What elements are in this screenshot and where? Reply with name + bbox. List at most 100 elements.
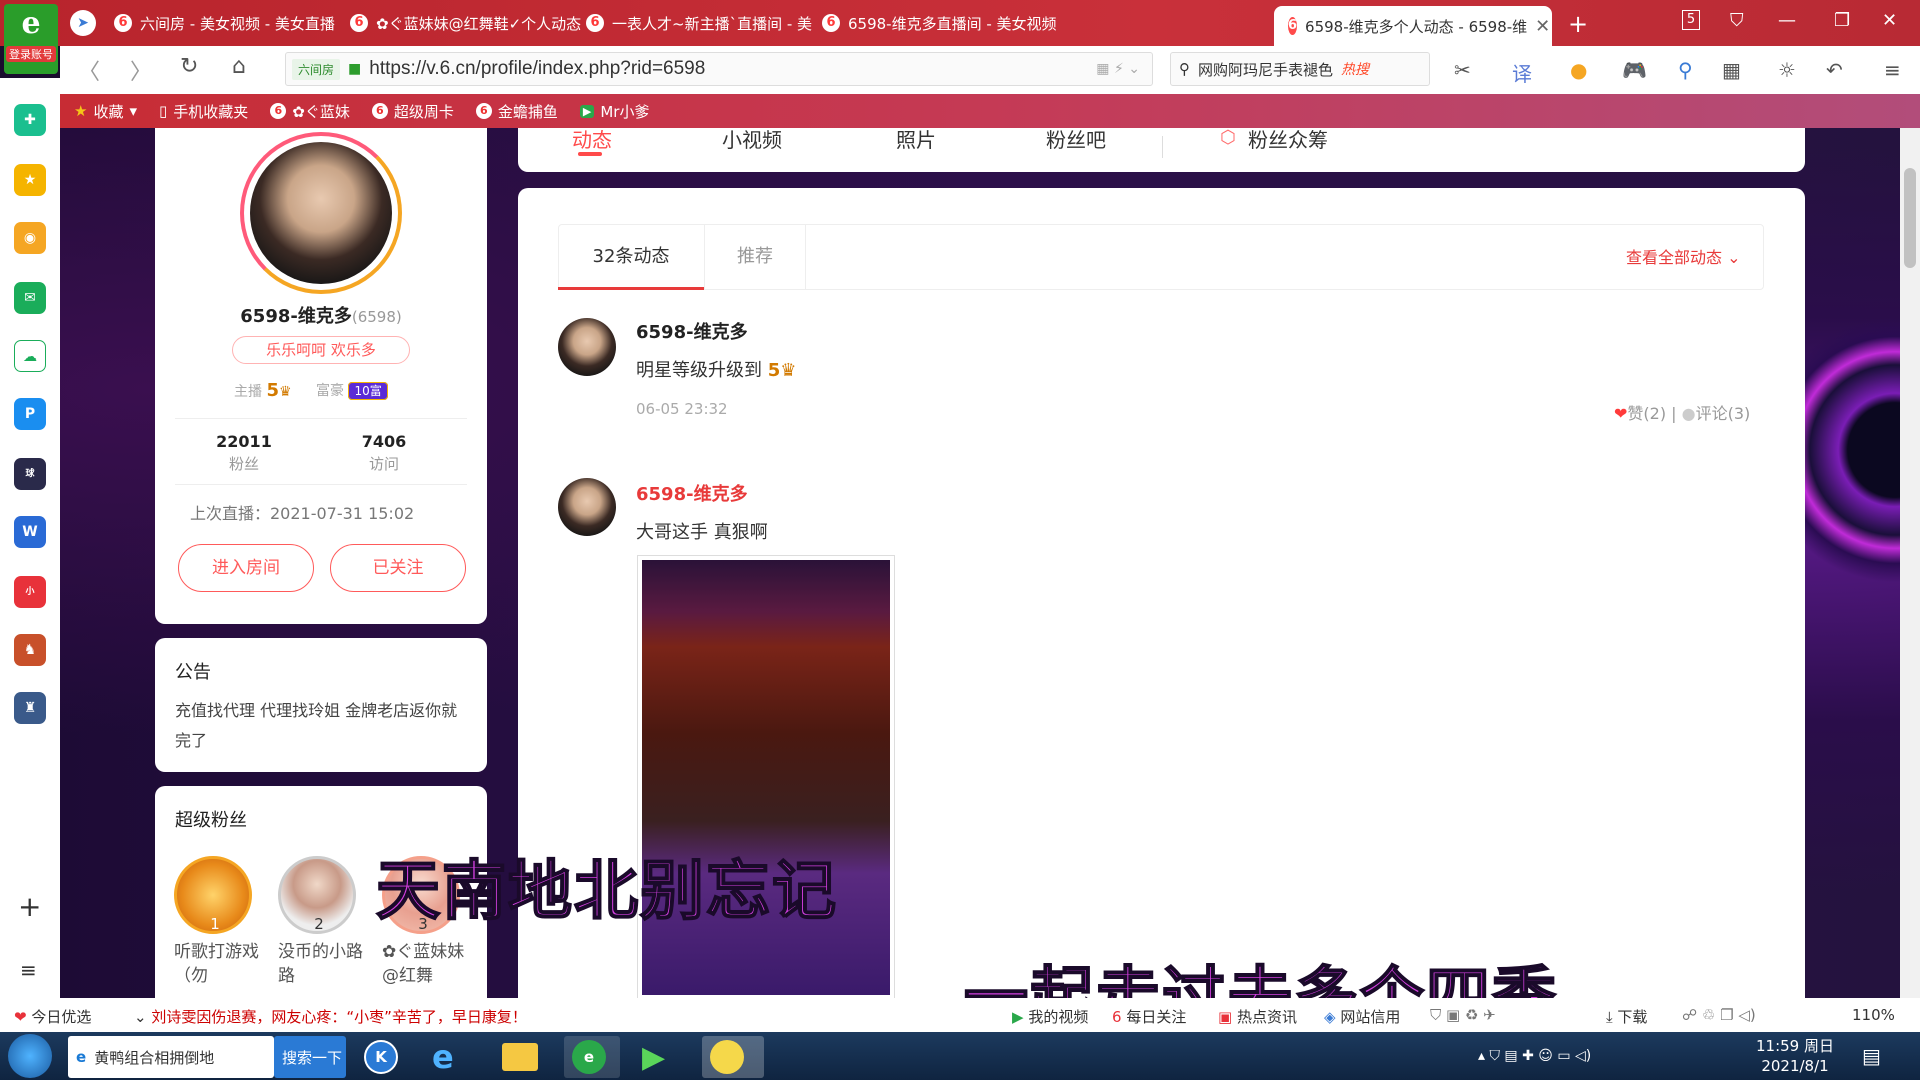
close-tab-icon[interactable]: ✕	[1535, 16, 1550, 37]
login-account-label[interactable]: 登录账号	[6, 46, 56, 62]
back-icon[interactable]: 〈	[78, 54, 100, 86]
downloads[interactable]: ⤓ 下载	[1606, 1006, 1647, 1027]
bookmark-favorites[interactable]: ★ 收藏 ▾	[74, 101, 137, 122]
tab-5-active[interactable]: 6 6598-维克多个人动态 - 6598-维 ✕	[1274, 6, 1552, 46]
zoom-level[interactable]: 110%	[1852, 1006, 1895, 1024]
sidebar-word-icon[interactable]: W	[14, 516, 46, 548]
comment-icon[interactable]: ●	[1682, 404, 1696, 423]
magnifier-icon[interactable]: ⚲	[1678, 58, 1693, 82]
post-image[interactable]	[637, 555, 895, 1000]
ie-task[interactable]: e 黄鸭组合相拥倒地	[68, 1036, 274, 1078]
browser-logo[interactable]: e 登录账号	[4, 4, 58, 74]
tab-photos[interactable]: 照片	[896, 124, 936, 153]
sidebar-game-icon[interactable]: ♞	[14, 634, 46, 666]
bookmark-item[interactable]: 6 金蟾捕鱼	[475, 101, 558, 122]
gamepad-icon[interactable]: 🎮	[1622, 58, 1647, 82]
post-username[interactable]: 6598-维克多	[636, 318, 748, 344]
visits-stat[interactable]: 7406 访问	[324, 432, 444, 474]
followed-button[interactable]: 已关注	[330, 544, 466, 592]
sidebar-game2-icon[interactable]: ♜	[14, 692, 46, 724]
post-avatar[interactable]	[558, 318, 616, 376]
notification-icon[interactable]: ▤	[1862, 1044, 1881, 1068]
taskbar-explorer[interactable]	[494, 1036, 550, 1078]
scrollbar-thumb[interactable]	[1904, 168, 1916, 268]
hot-news[interactable]: ▣ 热点资讯	[1218, 1006, 1297, 1027]
sidebar-mail-icon[interactable]: ✉	[14, 282, 46, 314]
translate-icon[interactable]: 译	[1512, 58, 1532, 87]
minimize-icon[interactable]: —	[1778, 10, 1796, 31]
menu-icon[interactable]: ≡	[1884, 58, 1901, 82]
post-username[interactable]: 6598-维克多	[636, 480, 748, 506]
search-button[interactable]: 搜索一下	[274, 1036, 346, 1078]
list-icon[interactable]: ≡	[20, 958, 37, 982]
taskbar-browser[interactable]: e	[564, 1036, 620, 1078]
bookmark-label: 超级周卡	[393, 102, 454, 121]
scissors-icon[interactable]: ✂	[1454, 58, 1471, 82]
bookmark-item[interactable]: 6 ✿ぐ蓝妹	[270, 101, 350, 122]
taskbar-player[interactable]: ▶	[634, 1036, 690, 1078]
like-button[interactable]: 赞(2)	[1627, 404, 1666, 423]
tab-count-badge[interactable]: 5	[1682, 10, 1700, 30]
post-avatar[interactable]	[558, 478, 616, 536]
sidebar-weibo-icon[interactable]: ◉	[14, 222, 46, 254]
bookmark-item[interactable]: ▶ Mr小爹	[579, 101, 649, 122]
add-icon[interactable]: +	[18, 890, 41, 923]
sidebar-red-icon[interactable]: 小	[14, 576, 46, 608]
bookmark-item[interactable]: 6 超级周卡	[371, 101, 454, 122]
taskbar-app[interactable]	[702, 1036, 764, 1078]
start-button[interactable]	[8, 1034, 52, 1078]
vertical-scrollbar[interactable]	[1900, 128, 1920, 998]
close-window-icon[interactable]: ✕	[1882, 10, 1897, 31]
six-logo-icon: 6	[1112, 1008, 1122, 1026]
tab-recommended[interactable]: 推荐	[705, 224, 805, 290]
sidebar-p-icon[interactable]: P	[14, 398, 46, 430]
brightness-icon[interactable]: ☼	[1778, 58, 1796, 82]
news-headline[interactable]: ⌄ 刘诗雯因伤退赛，网友心疼：“小枣”辛苦了，早日康复！	[134, 1006, 527, 1027]
qr-icon[interactable]: ▦ ⚡ ⌄	[1096, 61, 1140, 77]
search-input[interactable]: ⚲ 网购阿玛尼手表褪色 热搜	[1170, 52, 1430, 86]
tray-icons[interactable]: ▴ ⛉ ▤ ✚ ☺ ▭ ◁)	[1478, 1048, 1591, 1064]
tab-fan-bar[interactable]: 粉丝吧	[1046, 124, 1106, 153]
taskbar-ie[interactable]: e	[424, 1036, 480, 1078]
url-field[interactable]: 六间房 ■ https://v.6.cn/profile/index.php?r…	[285, 52, 1153, 86]
url-text[interactable]: https://v.6.cn/profile/index.php?rid=659…	[369, 58, 705, 80]
new-tab-icon[interactable]: +	[1568, 10, 1588, 38]
tab-4[interactable]: 6 6598-维克多直播间 - 美女视频	[808, 6, 1098, 40]
coin-icon[interactable]: ●	[1570, 58, 1587, 82]
grid-icon[interactable]: ▦	[1722, 58, 1741, 82]
super-fan-item[interactable]: 1 听歌打游戏（勿	[174, 856, 264, 988]
sidebar-sports-icon[interactable]: 球	[14, 458, 46, 490]
super-fan-item[interactable]: 2 没币的小路路	[278, 856, 368, 988]
today-picks[interactable]: ❤ 今日优选	[14, 1006, 91, 1027]
sidebar-cloud-icon[interactable]: ☁	[14, 340, 46, 372]
my-videos[interactable]: ▶ 我的视频	[1012, 1006, 1088, 1027]
taskbar-k-app[interactable]: K	[356, 1036, 412, 1078]
bookmark-mobile[interactable]: ▯ 手机收藏夹	[159, 101, 248, 122]
status-tools-2[interactable]: ☍ ♲ ❐ ◁)	[1682, 1006, 1756, 1024]
tab-short-video[interactable]: 小视频	[722, 124, 782, 153]
profile-avatar[interactable]	[240, 132, 402, 294]
fans-stat[interactable]: 22011 粉丝	[184, 432, 304, 474]
reload-icon[interactable]: ↻	[180, 54, 198, 79]
site-credit[interactable]: ◈ 网站信用	[1324, 1006, 1400, 1027]
comment-button[interactable]: 评论(3)	[1696, 404, 1751, 423]
forward-icon[interactable]: 〉	[130, 54, 152, 86]
shirt-icon[interactable]: ⛉	[1730, 10, 1744, 31]
tab-crowdfunding[interactable]: 粉丝众筹	[1248, 124, 1328, 153]
navigate-icon[interactable]: ➤	[70, 10, 96, 36]
sidebar-app-icon[interactable]: ✚	[14, 104, 46, 136]
tab-all-posts[interactable]: 32条动态	[558, 224, 704, 290]
taskbar-clock[interactable]: 11:59 周日 2021/8/1	[1756, 1036, 1834, 1076]
view-all-link[interactable]: 查看全部动态 ⌄	[1626, 244, 1741, 268]
heart-icon[interactable]: ❤	[1614, 404, 1627, 423]
tab-dynamics[interactable]: 动态	[572, 124, 612, 153]
undo-icon[interactable]: ↶	[1826, 58, 1843, 82]
restore-icon[interactable]: ❐	[1834, 10, 1850, 31]
status-tools[interactable]: ⛉ ▣ ♻ ✈	[1430, 1006, 1496, 1024]
post-text: 明星等级升级到 5♛	[636, 356, 796, 382]
sidebar-star-icon[interactable]: ★	[14, 164, 46, 196]
daily-follow[interactable]: 6 每日关注	[1112, 1006, 1186, 1027]
tab-title: 6598-维克多个人动态 - 6598-维	[1305, 17, 1528, 36]
enter-room-button[interactable]: 进入房间	[178, 544, 314, 592]
home-icon[interactable]: ⌂	[232, 54, 246, 79]
